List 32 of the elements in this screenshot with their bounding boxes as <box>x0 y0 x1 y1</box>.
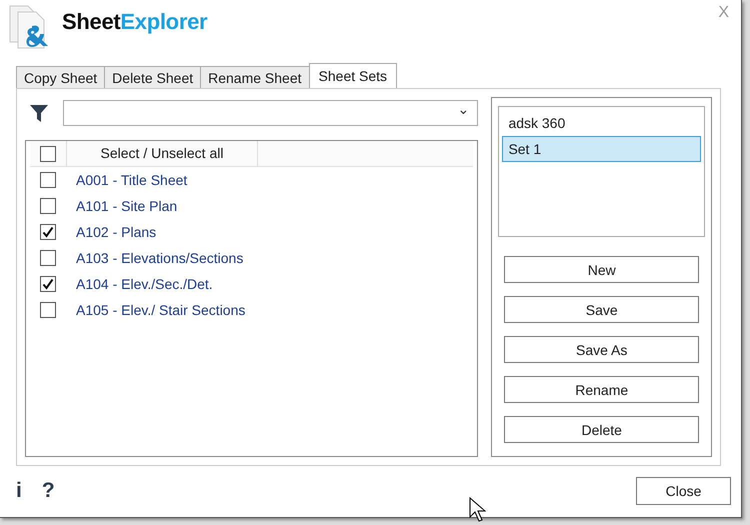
sheet-item[interactable]: A001 - Title Sheet <box>76 172 188 188</box>
filter-dropdown[interactable]: ⌄ <box>63 100 478 126</box>
checkbox[interactable] <box>40 198 56 214</box>
close-button[interactable]: Close <box>636 477 731 505</box>
set-item[interactable]: adsk 360 <box>502 110 701 136</box>
set-action-button[interactable]: Save <box>504 296 699 323</box>
sheet-item[interactable]: A101 - Site Plan <box>76 198 178 214</box>
info-button[interactable]: i <box>16 479 22 503</box>
filter-icon[interactable] <box>29 103 49 123</box>
sheet-item[interactable]: A103 - Elevations/Sections <box>76 250 244 266</box>
app-title: Explorer <box>120 9 208 34</box>
app-title: Sheet <box>62 9 120 34</box>
checkbox[interactable] <box>40 276 56 292</box>
checkbox[interactable] <box>40 250 56 266</box>
sheet-item[interactable]: A102 - Plans <box>76 224 156 240</box>
tab[interactable]: Sheet Sets <box>308 63 398 88</box>
checkbox[interactable] <box>40 172 56 188</box>
sheet-item[interactable]: A105 - Elev./ Stair Sections <box>76 302 246 318</box>
dropdown-arrow: ⌄ <box>457 101 470 117</box>
set-action-button[interactable]: Save As <box>504 336 699 363</box>
set-action-button[interactable]: Rename <box>504 376 699 403</box>
set-action-button[interactable]: Delete <box>504 416 699 443</box>
checkbox[interactable] <box>40 146 56 162</box>
checkbox[interactable] <box>40 302 56 318</box>
tab[interactable]: Rename Sheet <box>200 66 310 88</box>
set-item[interactable]: Set 1 <box>502 136 701 162</box>
sheet-item[interactable]: A104 - Elev./Sec./Det. <box>76 276 213 292</box>
tab[interactable]: Copy Sheet <box>16 66 106 88</box>
tab[interactable]: Delete Sheet <box>104 66 202 88</box>
help-button[interactable]: ? <box>42 479 55 503</box>
checkbox[interactable] <box>40 224 56 240</box>
set-action-button[interactable]: New <box>504 256 699 283</box>
